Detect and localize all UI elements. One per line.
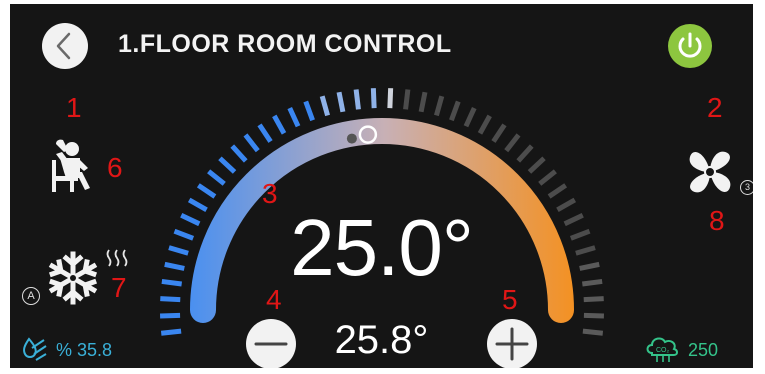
page-title: 1.FLOOR ROOM CONTROL [118,30,452,58]
annotation-6: 6 [107,152,123,183]
power-button[interactable] [668,24,712,68]
dial-tick [196,183,217,199]
dial-tick [434,95,445,117]
dial-tick [207,169,226,186]
fan-speed-badge: 3 [740,180,753,195]
dial-tick [504,133,521,153]
dial-knob-shadow [346,133,357,144]
dial-tick [272,114,287,135]
chevron-left-icon [56,32,71,60]
dial-tick [160,296,181,303]
fan-icon[interactable] [680,142,740,202]
dial-tick [257,123,273,143]
annotation-7: 7 [111,272,127,303]
dial-tick [160,312,181,319]
dial-tick [353,89,361,110]
co2-value: 250 [688,340,719,360]
dial-tick [418,91,428,113]
dial-tick [243,133,260,153]
auto-mode-badge: A [22,287,40,305]
dial-tick [230,144,248,163]
dial-tick [516,144,534,163]
room-control-panel: 1.FLOOR ROOM CONTROL A 3 25.0° 25.8° % 3… [10,4,753,368]
back-button[interactable] [42,23,88,69]
dial-tick [463,107,477,128]
annotation-2: 2 [707,92,723,123]
dial-tick [403,89,411,110]
dial-tick [491,123,507,143]
dial-tick [538,169,557,186]
humidity-value: % 35.8 [56,340,113,360]
dial-tick [583,312,604,319]
annotation-5: 5 [502,284,518,315]
dial-tick [287,107,301,128]
annotation-8: 8 [709,205,725,236]
dial-tick [303,100,315,122]
dial-tick [527,156,546,174]
dial-tick [336,91,346,113]
dial-tick [370,88,377,109]
annotation-1: 1 [66,92,82,123]
dial-tick [387,88,394,109]
dial-tick [319,95,330,117]
person-relaxing-icon[interactable] [46,138,96,194]
dial-tick [218,156,237,174]
dial-tick [449,100,461,122]
power-icon [678,32,702,58]
annotation-3: 3 [262,178,278,209]
co2-cloud-icon: CO₂ [646,337,678,362]
dial-tick [477,114,492,135]
dial-tick [583,296,604,303]
svg-text:CO₂: CO₂ [656,347,670,354]
annotation-4: 4 [266,284,282,315]
dial-tick [547,183,568,199]
humidity-drop-icon [23,337,47,361]
current-temperature: 25.8° [334,318,429,362]
